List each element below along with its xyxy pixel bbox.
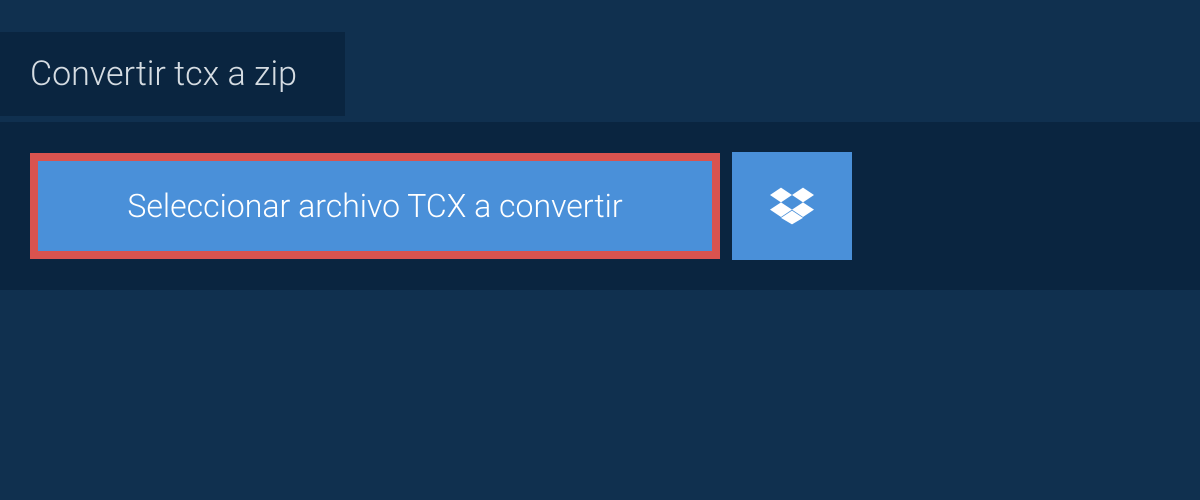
dropbox-button[interactable] <box>732 152 852 260</box>
select-file-button[interactable]: Seleccionar archivo TCX a convertir <box>30 153 720 259</box>
select-file-label: Seleccionar archivo TCX a convertir <box>127 187 622 225</box>
page-title: Convertir tcx a zip <box>30 54 297 94</box>
dropbox-icon <box>770 184 814 228</box>
page-title-tab: Convertir tcx a zip <box>0 32 345 116</box>
page-container: Convertir tcx a zip Seleccionar archivo … <box>0 0 1200 500</box>
file-selection-panel: Seleccionar archivo TCX a convertir <box>0 122 1200 290</box>
